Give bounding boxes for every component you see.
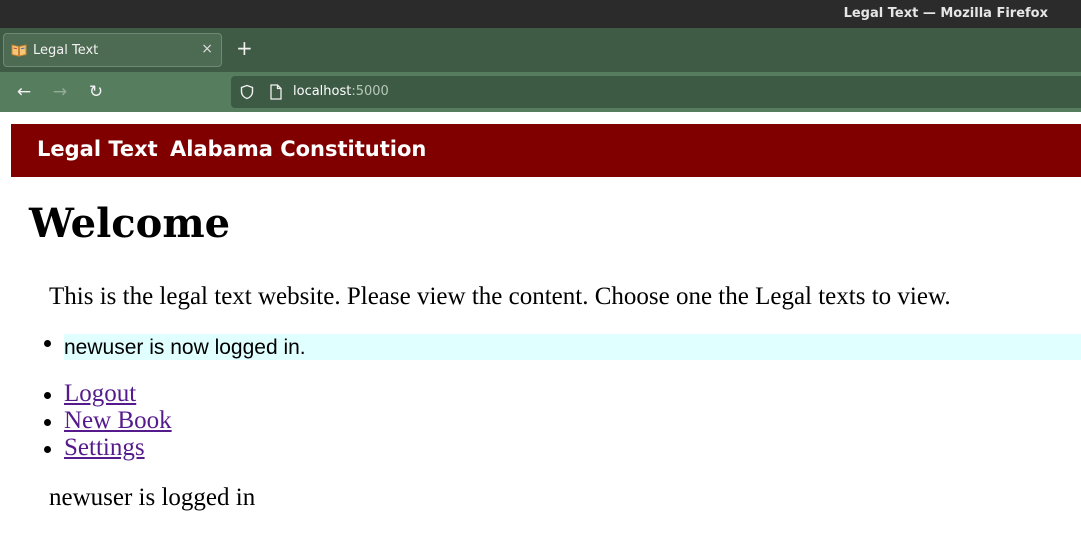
list-item: Logout [0, 380, 400, 407]
back-arrow-icon[interactable]: ← [13, 81, 35, 103]
page-title: Welcome [29, 200, 231, 247]
list-bullet [44, 419, 51, 426]
shield-icon[interactable] [239, 84, 255, 100]
tab-label: Legal Text [33, 43, 99, 58]
book-favicon-icon [11, 43, 27, 57]
forward-arrow-icon[interactable]: → [49, 81, 71, 103]
flash-text: newuser is now logged in. [64, 336, 306, 359]
brand-link[interactable]: Legal Text [37, 137, 158, 161]
tab-strip: Legal Text × + [0, 28, 1081, 72]
window-title: Legal Text — Mozilla Firefox [843, 6, 1048, 21]
site-header: Legal Text Alabama Constitution [11, 124, 1081, 177]
list-bullet [44, 446, 51, 453]
tab-legal-text[interactable]: Legal Text × [3, 33, 222, 67]
reload-icon[interactable]: ↻ [85, 81, 107, 103]
list-bullet [44, 392, 51, 399]
new-book-link[interactable]: New Book [64, 407, 172, 435]
plus-icon[interactable]: + [236, 38, 253, 58]
window-titlebar: Legal Text — Mozilla Firefox [0, 0, 1081, 28]
logout-link[interactable]: Logout [64, 380, 136, 408]
close-icon[interactable]: × [201, 41, 213, 57]
list-bullet [44, 340, 51, 347]
url-host: localhost [293, 84, 352, 99]
settings-link[interactable]: Settings [64, 434, 145, 462]
url-text: localhost:5000 [293, 84, 389, 99]
url-bar[interactable]: localhost:5000 [231, 76, 1081, 108]
alabama-constitution-link[interactable]: Alabama Constitution [170, 137, 426, 161]
list-item: New Book [0, 407, 400, 434]
flash-message: newuser is now logged in. [0, 334, 1081, 360]
url-port: :5000 [351, 84, 389, 99]
intro-text: This is the legal text website. Please v… [49, 283, 951, 310]
page-icon [269, 84, 283, 100]
login-status: newuser is logged in [49, 484, 256, 511]
list-item: Settings [0, 434, 400, 461]
nav-bar: ← → ↻ localhost:5000 [0, 72, 1081, 112]
user-links: Logout New Book Settings [0, 380, 400, 461]
